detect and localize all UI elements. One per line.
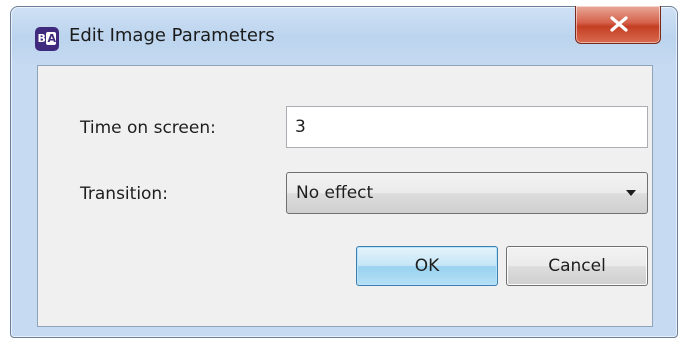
- dropdown-arrow-icon: [626, 190, 636, 196]
- close-icon: [610, 16, 628, 32]
- transition-select[interactable]: No effect: [286, 172, 648, 214]
- dialog-window: BA Edit Image Parameters Time on screen:…: [10, 6, 678, 338]
- transition-selected-value: No effect: [296, 183, 374, 203]
- app-icon-letter-a: A: [46, 32, 57, 45]
- cancel-button[interactable]: Cancel: [506, 246, 648, 286]
- title-bar[interactable]: BA Edit Image Parameters: [11, 6, 677, 65]
- app-logo-icon: BA: [35, 27, 59, 51]
- app-icon-letter-b: B: [37, 32, 46, 45]
- close-button[interactable]: [575, 6, 661, 44]
- window-title: Edit Image Parameters: [69, 25, 275, 46]
- dialog-content: Time on screen: 3 Transition: No effect …: [37, 65, 653, 327]
- time-on-screen-label: Time on screen:: [80, 118, 216, 138]
- transition-label: Transition:: [80, 184, 168, 204]
- ok-button[interactable]: OK: [356, 246, 498, 286]
- time-on-screen-input[interactable]: 3: [286, 106, 648, 148]
